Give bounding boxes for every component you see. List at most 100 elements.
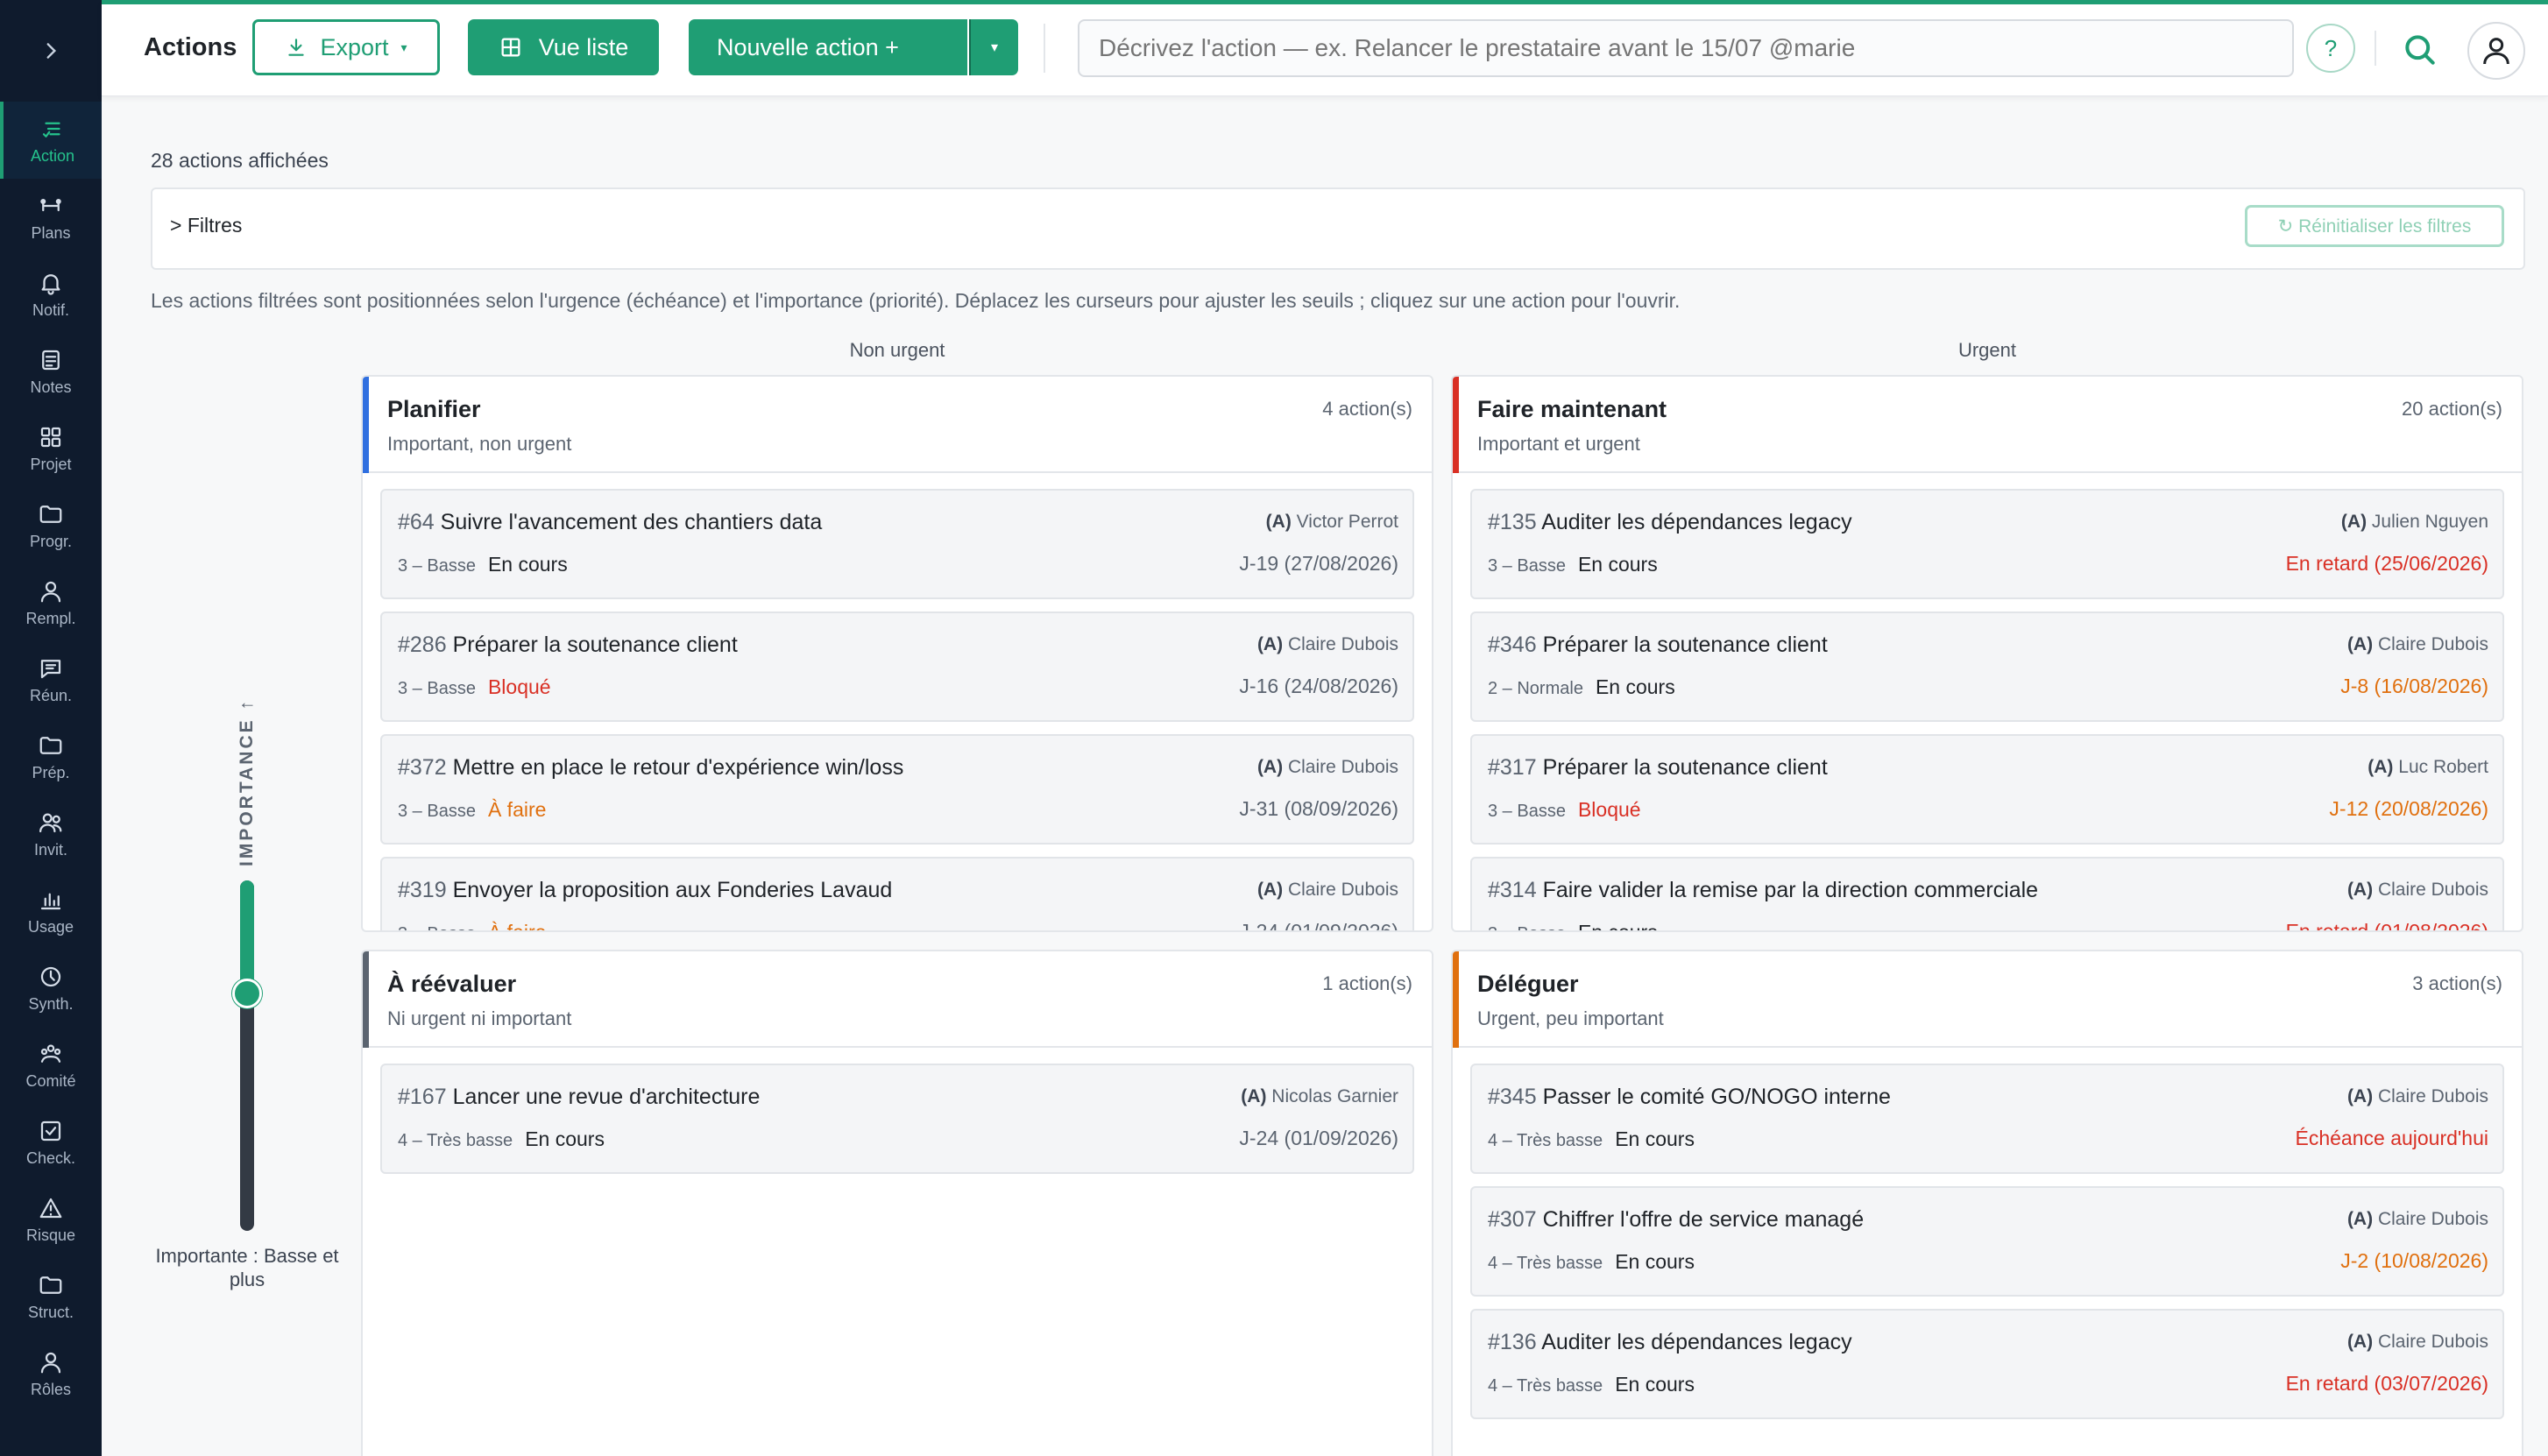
action-title-text: Préparer la soutenance client	[1542, 755, 1828, 780]
owner-name: Claire Dubois	[2377, 1332, 2488, 1352]
new-action-button[interactable]: Nouvelle action +	[689, 19, 967, 75]
due-date: J-12 (20/08/2026)	[2329, 797, 2488, 820]
action-meta: 3 – Basse En cours	[1488, 921, 1658, 930]
search-icon[interactable]	[2401, 31, 2439, 69]
owner-tag: (A)	[2346, 1086, 2374, 1106]
sidebar-item-invit[interactable]: Invit.	[0, 795, 102, 873]
reset-filters-button[interactable]: ↻ Réinitialiser les filtres	[2245, 205, 2504, 247]
importance-slider-thumb[interactable]	[232, 979, 262, 1008]
export-button[interactable]: Export ▾	[252, 19, 440, 75]
action-card[interactable]: #64 Suivre l'avancement des chantiers da…	[380, 489, 1414, 599]
quadrant-title: Faire maintenant	[1477, 396, 1667, 422]
action-card[interactable]: #135 Auditer les dépendances legacy (A) J…	[1470, 489, 2504, 599]
action-title-text: Faire valider la remise par la direction…	[1542, 878, 2039, 902]
action-card[interactable]: #319 Envoyer la proposition aux Fonderie…	[380, 857, 1414, 932]
sidebar-item-risque[interactable]: Risque	[0, 1181, 102, 1258]
sidebar-item-check[interactable]: Check.	[0, 1104, 102, 1181]
sidebar-item-label: Rempl.	[25, 609, 76, 627]
sidebar-item-label: Invit.	[33, 840, 67, 859]
quadrant-title: À réévaluer	[387, 971, 517, 997]
action-owner: (A) Claire Dubois	[2347, 1209, 2488, 1230]
action-card[interactable]: #317 Préparer la soutenance client (A) Lu…	[1470, 734, 2504, 845]
action-card[interactable]: #345 Passer le comité GO/NOGO interne (A)…	[1470, 1064, 2504, 1174]
priority-label: 3 – Basse	[1488, 802, 1566, 821]
quadrant-accent-bar	[1453, 377, 1459, 473]
warning-icon	[39, 1198, 62, 1218]
action-card[interactable]: #372 Mettre en place le retour d'expérie…	[380, 734, 1414, 845]
action-title: #286 Préparer la soutenance client	[398, 633, 738, 658]
action-title: #317 Préparer la soutenance client	[1488, 755, 1828, 781]
chat-icon	[40, 659, 61, 678]
sidebar-item-label: Comité	[25, 1071, 76, 1090]
action-owner: (A) Claire Dubois	[1257, 757, 1398, 778]
due-date: J-16 (24/08/2026)	[1239, 675, 1398, 697]
action-number: #314	[1488, 878, 1537, 902]
action-number: #136	[1488, 1330, 1537, 1354]
sidebar-item-réun[interactable]: Réun.	[0, 641, 102, 718]
action-card[interactable]: #314 Faire valider la remise par la dire…	[1470, 857, 2504, 932]
bell-icon	[41, 273, 60, 295]
sidebar-item-plans[interactable]: Plans	[0, 179, 102, 256]
action-title-text: Auditer les dépendances legacy	[1541, 510, 1852, 534]
quadrant-deleguer: Déléguer Urgent, peu important 3 action(s)…	[1451, 950, 2523, 1456]
action-owner: (A) Claire Dubois	[2347, 880, 2488, 901]
sidebar-item-synth[interactable]: Synth.	[0, 950, 102, 1027]
owner-tag: (A)	[1256, 634, 1284, 654]
sidebar-item-rôles[interactable]: Rôles	[0, 1335, 102, 1412]
quadrant-header: Faire maintenant Important et urgent 20 ac…	[1453, 377, 2522, 473]
page-title: Actions	[144, 33, 237, 61]
action-card[interactable]: #167 Lancer une revue d'architecture (A) …	[380, 1064, 1414, 1174]
action-meta: 4 – Très basse En cours	[1488, 1250, 1695, 1274]
owner-name: Claire Dubois	[1287, 880, 1398, 900]
action-card[interactable]: #286 Préparer la soutenance client (A) Cl…	[380, 611, 1414, 722]
owner-name: Claire Dubois	[1287, 634, 1398, 654]
caret-down-icon: ▾	[400, 39, 407, 54]
action-meta: 3 – Basse À faire	[398, 798, 546, 822]
action-owner: (A) Victor Perrot	[1266, 512, 1398, 533]
action-quick-input[interactable]	[1078, 19, 2294, 77]
sidebar-item-usage[interactable]: Usage	[0, 873, 102, 950]
sidebar-item-struct[interactable]: Struct.	[0, 1258, 102, 1335]
sidebar-item-projet[interactable]: Projet	[0, 410, 102, 487]
sidebar-item-rempl[interactable]: Rempl.	[0, 564, 102, 641]
action-card[interactable]: #346 Préparer la soutenance client (A) Cl…	[1470, 611, 2504, 722]
action-title-text: Lancer une revue d'architecture	[452, 1085, 761, 1109]
user-avatar[interactable]	[2467, 22, 2525, 80]
priority-label: 3 – Basse	[398, 556, 476, 576]
divider	[1044, 24, 1045, 73]
folder-icon	[39, 1276, 62, 1294]
due-date: En retard (01/08/2026)	[2285, 920, 2488, 932]
sidebar-toggle[interactable]	[0, 0, 102, 102]
priority-label: 3 – Basse	[1488, 924, 1566, 930]
status-label: En cours	[1615, 1373, 1695, 1396]
due-date: J-24 (01/09/2026)	[1239, 920, 1398, 932]
sidebar-item-notes[interactable]: Notes	[0, 333, 102, 410]
list-view-button[interactable]: Vue liste	[468, 19, 659, 75]
new-action-menu-button[interactable]: ▾	[969, 19, 1018, 75]
sidebar-item-notif[interactable]: Notif.	[0, 256, 102, 333]
help-button[interactable]: ?	[2306, 24, 2355, 73]
action-card[interactable]: #136 Auditer les dépendances legacy (A) C…	[1470, 1309, 2504, 1419]
due-date: J-31 (08/09/2026)	[1239, 797, 1398, 820]
due-date: J-19 (27/08/2026)	[1239, 552, 1398, 575]
action-title: #167 Lancer une revue d'architecture	[398, 1085, 760, 1110]
owner-name: Luc Robert	[2398, 757, 2488, 777]
importance-slider-track[interactable]	[240, 880, 254, 1231]
sidebar-item-prép[interactable]: Prép.	[0, 718, 102, 795]
people-icon	[39, 813, 62, 832]
sidebar-item-progr[interactable]: Progr.	[0, 487, 102, 564]
priority-label: 3 – Basse	[398, 924, 476, 930]
owner-name: Claire Dubois	[2377, 634, 2488, 654]
matrix-hint: Les actions filtrées sont positionnées s…	[151, 289, 1681, 312]
quadrant-title: Déléguer	[1477, 971, 1579, 997]
sidebar-item-comité[interactable]: Comité	[0, 1027, 102, 1104]
status-label: En cours	[1615, 1250, 1695, 1273]
sidebar-item-action[interactable]: Action	[0, 102, 102, 179]
action-title: #307 Chiffrer l'offre de service managé	[1488, 1207, 1864, 1233]
action-card[interactable]: #307 Chiffrer l'offre de service managé (…	[1470, 1186, 2504, 1297]
filters-toggle[interactable]: > Filtres	[170, 214, 242, 237]
quadrant-count: 1 action(s)	[1322, 972, 1412, 994]
sidebar-item-label: Prép.	[32, 763, 70, 781]
person-icon	[40, 1352, 61, 1373]
committee-icon	[40, 1044, 61, 1063]
